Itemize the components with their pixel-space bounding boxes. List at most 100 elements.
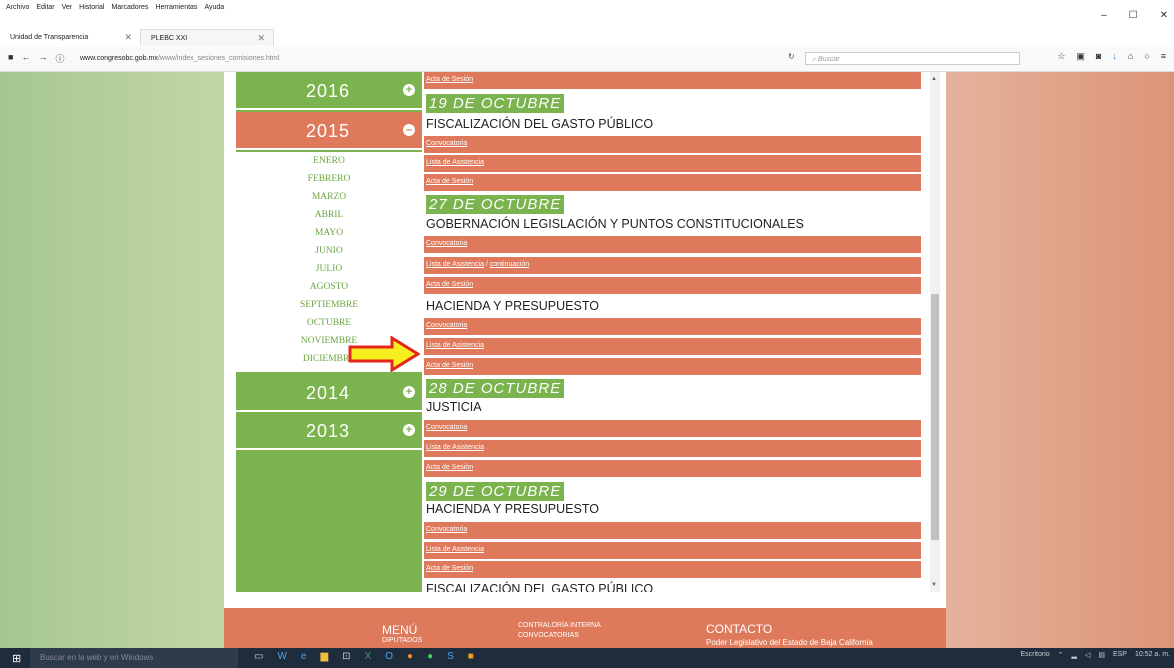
session-link-bar[interactable]: Convocatoria — [424, 136, 921, 153]
session-link-bar[interactable]: Lista de Asistencia — [424, 155, 921, 172]
scroll-down-icon[interactable]: ▼ — [931, 582, 937, 588]
outlook-icon[interactable]: O — [385, 651, 393, 662]
convocatoria-link[interactable]: Convocatoria — [426, 424, 467, 431]
windows-start-icon[interactable]: ⊞ — [12, 652, 21, 665]
month-septiembre[interactable]: SEPTIEMBRE — [236, 300, 422, 310]
convocatoria-link[interactable]: Convocatoria — [426, 240, 467, 247]
convocatoria-link[interactable]: Convocatoria — [426, 322, 467, 329]
app-icon[interactable]: ■ — [468, 651, 474, 662]
menu-archivo[interactable]: Archivo — [6, 4, 29, 11]
download-icon[interactable]: ↓ — [1112, 51, 1117, 62]
convocatoria-link[interactable]: Convocatoria — [426, 526, 467, 533]
menu-marcadores[interactable]: Marcadores — [111, 4, 148, 11]
month-febrero[interactable]: FEBRERO — [236, 174, 422, 184]
search-input[interactable]: ⌕ Buscar — [805, 52, 1020, 65]
menu-historial[interactable]: Historial — [79, 4, 104, 11]
session-link-bar[interactable]: Acta de Sesión — [424, 174, 921, 191]
session-link-bar[interactable]: Convocatoria — [424, 420, 921, 437]
year-2013[interactable]: 2013 + — [236, 412, 422, 450]
month-octubre[interactable]: OCTUBRE — [236, 318, 422, 328]
menu-icon[interactable]: ≡ — [1161, 51, 1166, 62]
continuacion-link[interactable]: continuación — [490, 261, 529, 268]
footer-link-contraloria[interactable]: CONTRALORÍA INTERNA — [518, 622, 601, 629]
month-agosto[interactable]: AGOSTO — [236, 282, 422, 292]
network-icon[interactable]: ▂ — [1072, 651, 1077, 659]
scroll-thumb[interactable] — [931, 294, 939, 540]
minus-icon[interactable]: – — [403, 124, 415, 136]
footer-link-convocatorias[interactable]: CONVOCATORIAS — [518, 632, 579, 639]
sidebar-icon[interactable]: ■ — [8, 52, 13, 65]
lista-link[interactable]: Lista de Asistencia — [426, 261, 484, 268]
plus-icon[interactable]: + — [403, 386, 415, 398]
session-link-bar[interactable]: Acta de Sesión — [424, 72, 921, 89]
tab-unidad-transparencia[interactable]: Unidad de Transparencia ✕ — [0, 29, 140, 46]
clock[interactable]: 10:52 a. m. — [1135, 651, 1170, 659]
month-mayo[interactable]: MAYO — [236, 228, 422, 238]
lista-link[interactable]: Lista de Asistencia — [426, 342, 484, 349]
skype-icon[interactable]: S — [447, 651, 454, 662]
volume-icon[interactable]: ◁ — [1085, 651, 1090, 659]
site-info-icon[interactable]: ⓘ — [55, 52, 64, 65]
tab-plebc[interactable]: PLEBC XXI ✕ — [140, 29, 274, 46]
session-link-bar[interactable]: Convocatoria — [424, 522, 921, 539]
firefox-icon[interactable]: ● — [407, 651, 413, 662]
chat-icon[interactable]: ○ — [1144, 51, 1149, 62]
file-explorer-icon[interactable]: ▆ — [320, 651, 328, 662]
month-enero[interactable]: ENERO — [236, 156, 422, 166]
panel-scrollbar[interactable]: ▲ ▼ — [930, 72, 940, 592]
plus-icon[interactable]: + — [403, 424, 415, 436]
convocatoria-link[interactable]: Convocatoria — [426, 140, 467, 147]
session-link-bar[interactable]: Lista de Asistencia — [424, 542, 921, 559]
acta-link[interactable]: Acta de Sesión — [426, 76, 473, 83]
spotify-icon[interactable]: ● — [427, 651, 433, 662]
session-link-bar[interactable]: Acta de Sesión — [424, 277, 921, 294]
language-label[interactable]: ESP — [1113, 651, 1127, 659]
excel-icon[interactable]: X — [365, 651, 372, 662]
plus-icon[interactable]: + — [403, 84, 415, 96]
acta-link[interactable]: Acta de Sesión — [426, 565, 473, 572]
forward-icon[interactable]: → — [38, 52, 47, 65]
store-icon[interactable]: ⊡ — [342, 651, 350, 662]
bookmark-star-icon[interactable]: ☆ — [1057, 51, 1065, 62]
close-window-button[interactable]: ✕ — [1160, 10, 1168, 21]
month-abril[interactable]: ABRIL — [236, 210, 422, 220]
year-2015[interactable]: 2015 – — [236, 112, 422, 150]
session-link-bar[interactable]: Lista de Asistencia — [424, 440, 921, 457]
reload-icon[interactable]: ↻ — [788, 52, 795, 61]
menu-editar[interactable]: Editar — [36, 4, 54, 11]
scroll-up-icon[interactable]: ▲ — [931, 76, 937, 82]
month-marzo[interactable]: MARZO — [236, 192, 422, 202]
taskbar-search[interactable]: Buscar en la web y en Windows — [30, 648, 238, 668]
close-tab-icon[interactable]: ✕ — [124, 29, 132, 46]
clipboard-icon[interactable]: ▣ — [1076, 51, 1085, 62]
close-tab-icon[interactable]: ✕ — [257, 30, 265, 47]
lista-link[interactable]: Lista de Asistencia — [426, 159, 484, 166]
session-link-bar[interactable]: Convocatoria — [424, 236, 921, 253]
acta-link[interactable]: Acta de Sesión — [426, 464, 473, 471]
keyboard-icon[interactable]: ▤ — [1098, 651, 1105, 659]
menu-ayuda[interactable]: Ayuda — [204, 4, 224, 11]
month-julio[interactable]: JULIO — [236, 264, 422, 274]
minimize-button[interactable]: – — [1101, 10, 1107, 21]
back-icon[interactable]: ← — [21, 52, 30, 65]
footer-link-diputados[interactable]: DIPUTADOS — [382, 637, 422, 644]
session-link-bar[interactable]: Acta de Sesión — [424, 460, 921, 477]
maximize-button[interactable]: ☐ — [1129, 10, 1138, 21]
year-2016[interactable]: 2016 + — [236, 72, 422, 110]
session-link-bar[interactable]: Convocatoria — [424, 318, 921, 335]
acta-link[interactable]: Acta de Sesión — [426, 362, 473, 369]
month-junio[interactable]: JUNIO — [236, 246, 422, 256]
lista-link[interactable]: Lista de Asistencia — [426, 444, 484, 451]
tray-arrow-icon[interactable]: ⌃ — [1058, 651, 1064, 659]
url-field[interactable]: www.congresobc.gob.mx/www/index_sesiones… — [80, 52, 770, 66]
session-link-bar[interactable]: Lista de Asistencia / continuación — [424, 257, 921, 274]
lista-link[interactable]: Lista de Asistencia — [426, 546, 484, 553]
year-2014[interactable]: 2014 + — [236, 374, 422, 412]
menu-ver[interactable]: Ver — [62, 4, 73, 11]
menu-herramientas[interactable]: Herramientas — [155, 4, 197, 11]
session-link-bar[interactable]: Acta de Sesión — [424, 358, 921, 375]
acta-link[interactable]: Acta de Sesión — [426, 281, 473, 288]
pocket-icon[interactable]: ◙ — [1096, 51, 1101, 62]
acta-link[interactable]: Acta de Sesión — [426, 178, 473, 185]
word-icon[interactable]: W — [277, 651, 286, 662]
